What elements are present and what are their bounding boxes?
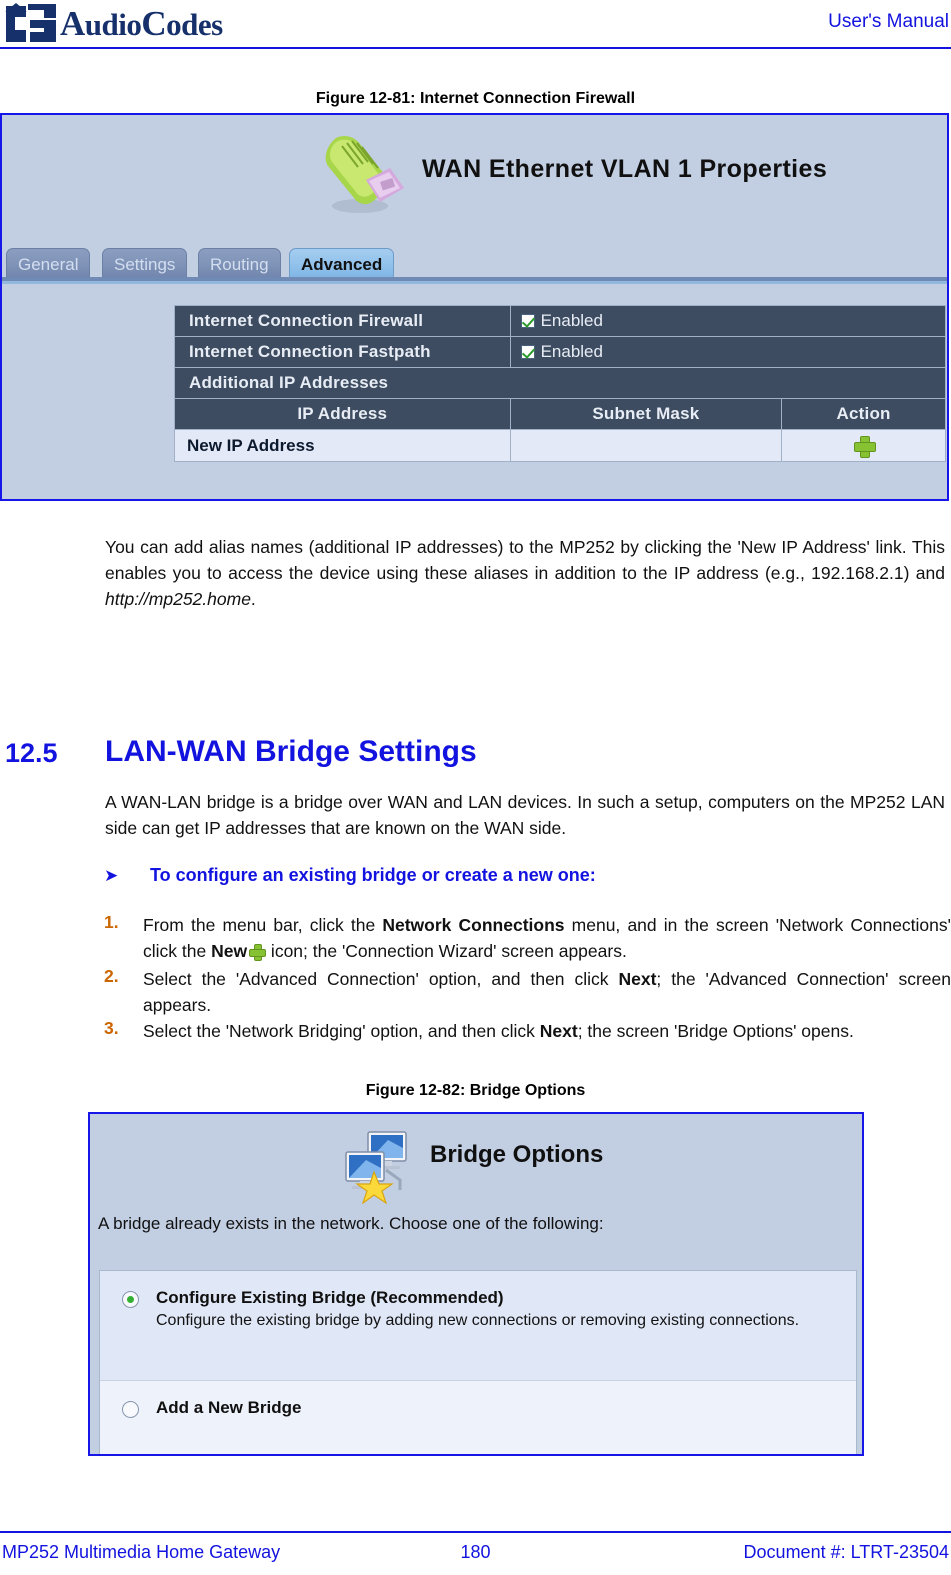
triangle-right-icon: ➤ [104,866,119,885]
footer-divider [0,1531,951,1533]
radio-configure-existing-bridge[interactable] [122,1291,139,1308]
advanced-settings-table: Internet Connection Firewall Enabled Int… [174,305,947,462]
table-row-firewall: Internet Connection Firewall Enabled [174,305,947,337]
checkbox-fastpath-enabled[interactable] [520,345,535,359]
setting-label-fastpath: Internet Connection Fastpath [174,336,511,368]
step-3-number: 3. [104,1018,119,1038]
figure-1-caption: Figure 12-81: Internet Connection Firewa… [315,90,636,107]
step-3-part1: Select the 'Network Bridging' option, an… [143,1021,540,1041]
step-2-text: Select the 'Advanced Connection' option,… [143,966,951,1018]
footer-document-number: Document #: LTRT-23504 [743,1542,949,1562]
audiocodes-logo-icon [5,3,56,42]
figure-2-caption: Figure 12-82: Bridge Options [365,1082,586,1099]
tabs-underline-secondary [2,281,947,284]
header-manual-label: User's Manual [828,11,949,32]
option-add-new-bridge[interactable]: Add a New Bridge [100,1381,856,1454]
page-header: ACodesudioCodes User's Manual [0,0,951,52]
step-1-bold1: Network Connections [382,915,565,935]
step-1-part3: icon; the 'Connection Wizard' screen app… [266,941,627,961]
step-1-number: 1. [104,912,119,932]
checkbox-label-firewall: Enabled [540,311,603,330]
cell-subnet-mask-empty [509,429,783,462]
paragraph-alias-url: http://mp252.home [105,589,251,609]
audiocodes-logo: ACodesudioCodes [4,2,244,46]
section-heading: LAN-WAN Bridge Settings [105,735,477,768]
step-2-number: 2. [104,966,119,986]
table-row-new-ip-address: New IP Address [174,429,946,462]
tab-general[interactable]: General [6,248,91,278]
table-header-row: IP Address Subnet Mask Action [174,398,946,430]
step-1-part1: From the menu bar, click the [143,915,383,935]
add-plus-icon [249,944,267,961]
figure-2-prompt: A bridge already exists in the network. … [98,1214,604,1233]
table-section-additional-ip: Additional IP Addresses [174,367,946,399]
step-2-bold1: Next [618,969,657,989]
procedure-heading: To configure an existing bridge or creat… [150,865,596,885]
tab-settings[interactable]: Settings [102,248,188,278]
step-3-bold1: Next [539,1021,578,1041]
figure-1-wan-ethernet-vlan-properties: WAN Ethernet VLAN 1 Properties General S… [0,113,949,501]
figure-2-bridge-options: Bridge Options A bridge already exists i… [88,1112,864,1456]
figure-1-title: WAN Ethernet VLAN 1 Properties [422,155,828,183]
option-description-configure-existing-bridge: Configure the existing bridge by adding … [156,1312,800,1329]
step-1-text: From the menu bar, click the Network Con… [143,912,951,964]
setting-label-firewall: Internet Connection Firewall [174,305,511,337]
tab-routing[interactable]: Routing [198,248,281,278]
column-header-action: Action [781,398,946,430]
section-intro-paragraph: A WAN-LAN bridge is a bridge over WAN an… [105,792,945,838]
setting-value-firewall: Enabled [509,305,947,337]
step-3-part2: ; the screen 'Bridge Options' opens. [577,1021,854,1041]
figure-1-titlebar: WAN Ethernet VLAN 1 Properties [2,115,947,248]
option-label-configure-existing-bridge: Configure Existing Bridge (Recommended) [156,1288,504,1307]
column-header-ip-address: IP Address [174,398,511,430]
bridge-options-panel: Configure Existing Bridge (Recommended) … [99,1270,857,1454]
paragraph-alias-names: You can add alias names (additional IP a… [105,534,945,612]
option-label-add-new-bridge: Add a New Bridge [156,1398,302,1417]
radio-add-new-bridge[interactable] [122,1401,139,1418]
step-3-text: Select the 'Network Bridging' option, an… [143,1018,951,1044]
step-1-bold2: New [211,941,248,961]
step-2-part1: Select the 'Advanced Connection' option,… [143,969,619,989]
add-plus-icon[interactable] [853,435,876,458]
checkbox-firewall-enabled[interactable] [520,314,535,328]
link-new-ip-address[interactable]: New IP Address [174,429,511,462]
table-row-fastpath: Internet Connection Fastpath Enabled [174,336,947,368]
network-bridge-wizard-icon [345,1131,407,1204]
brand-name: ACodesudioCodes [60,4,223,43]
section-label-additional-ip-addresses: Additional IP Addresses [174,367,946,399]
setting-value-fastpath: Enabled [509,336,947,368]
figure-2-title: Bridge Options [430,1141,604,1168]
option-configure-existing-bridge[interactable]: Configure Existing Bridge (Recommended) … [100,1271,856,1381]
section-number: 12.5 [5,738,58,768]
paragraph-alias-text: You can add alias names (additional IP a… [105,537,945,583]
header-divider [0,47,951,49]
column-header-subnet-mask: Subnet Mask [509,398,783,430]
ethernet-plug-icon [325,136,404,213]
checkbox-label-fastpath: Enabled [540,342,603,361]
action-cell[interactable] [781,429,946,462]
paragraph-alias-end: . [250,589,256,609]
tab-advanced[interactable]: Advanced [289,248,395,278]
